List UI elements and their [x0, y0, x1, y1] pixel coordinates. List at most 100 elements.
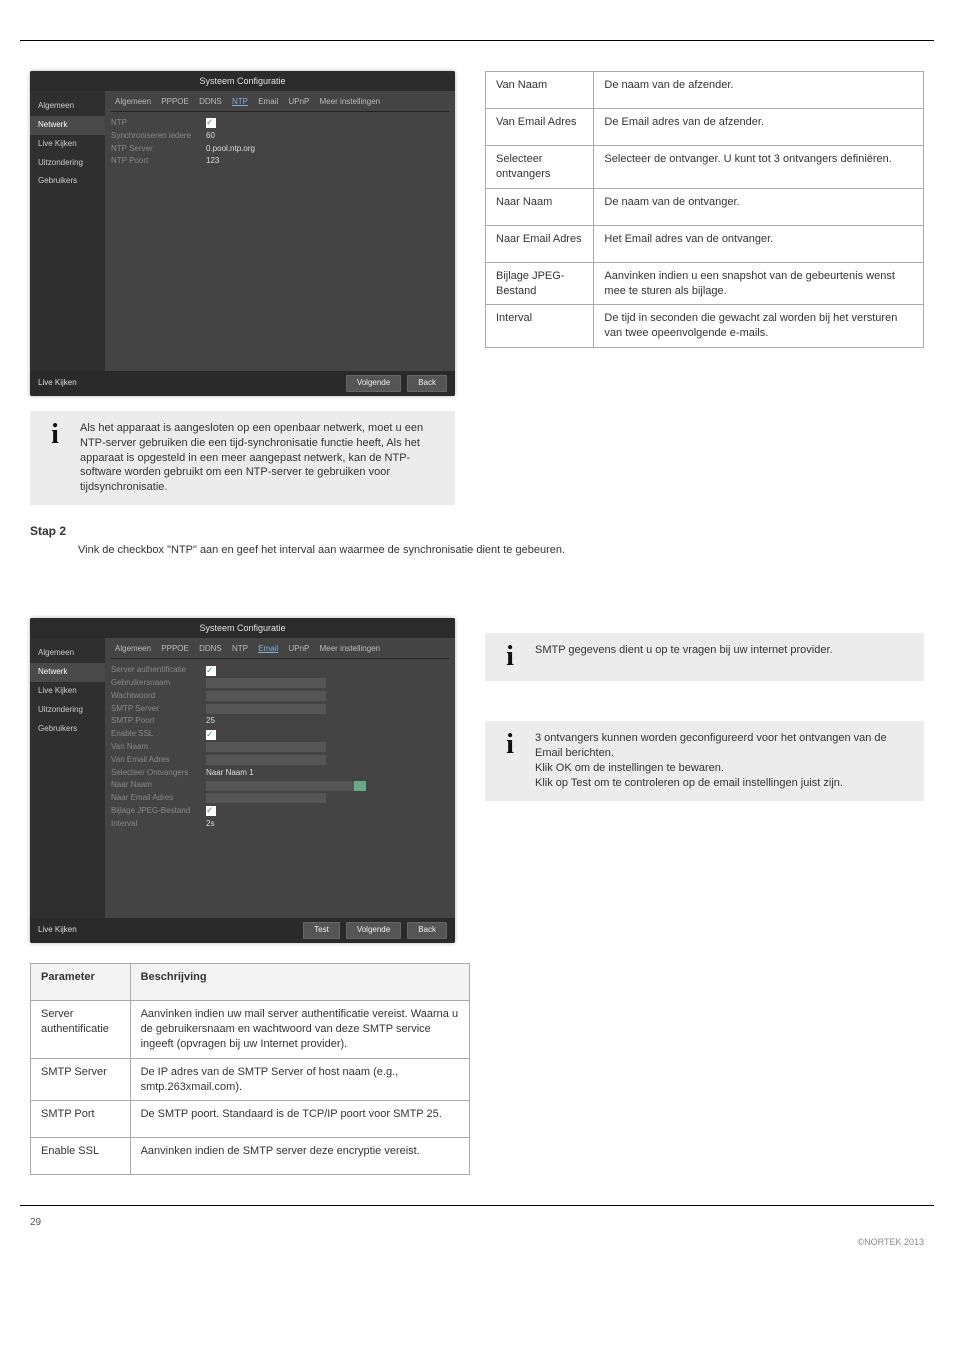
- tab-active: Email: [258, 644, 278, 653]
- sidebar: Algemeen Netwerk Live Kijken Uitzonderin…: [30, 638, 105, 918]
- param-desc: Aanvinken indien u een snapshot van de g…: [594, 262, 924, 305]
- side-item: Live Kijken: [30, 682, 105, 701]
- email-screenshot: Systeem Configuratie Algemeen Netwerk Li…: [30, 618, 455, 943]
- tab: Algemeen: [115, 644, 151, 653]
- row-label: Server authentificatie: [111, 665, 206, 676]
- side-item: Netwerk: [30, 663, 105, 682]
- info-line: Klik OK om de instellingen te bewaren.: [535, 761, 909, 776]
- btn-back: Back: [407, 922, 447, 939]
- row-value: 60: [206, 131, 215, 142]
- tab: Meer instellingen: [320, 97, 380, 106]
- tab: PPPOE: [161, 97, 189, 106]
- btn-next: Volgende: [346, 922, 401, 939]
- param-name: Naar Email Adres: [486, 225, 594, 262]
- row-label: SMTP Poort: [111, 716, 206, 727]
- row-value: 25: [206, 716, 215, 727]
- param-desc: De IP adres van de SMTP Server of host n…: [130, 1058, 469, 1101]
- row-label: Van Email Adres: [111, 755, 206, 766]
- text-input: [206, 704, 326, 714]
- btn-test: Test: [303, 922, 340, 939]
- checkbox-icon: [206, 806, 216, 816]
- row-label: Enable SSL: [111, 729, 206, 740]
- row-label: SMTP Server: [111, 704, 206, 715]
- text-input: [206, 755, 326, 765]
- params-table-right: Van NaamDe naam van de afzender. Van Ema…: [485, 71, 924, 348]
- row-label: Interval: [111, 819, 206, 830]
- row-label: NTP Server: [111, 144, 206, 155]
- params-table-email: Parameter Beschrijving Server authentifi…: [30, 963, 470, 1175]
- row-value: 0.pool.ntp.org: [206, 144, 255, 155]
- side-item: Uitzondering: [30, 154, 105, 173]
- param-desc: Aanvinken indien uw mail server authenti…: [130, 1001, 469, 1059]
- param-desc: De Email adres van de afzender.: [594, 109, 924, 146]
- step2-heading: Stap 2: [0, 523, 954, 539]
- footer-left: Live Kijken: [38, 378, 77, 389]
- side-item: Algemeen: [30, 644, 105, 663]
- row-label: Synchroniseren iedere: [111, 131, 206, 142]
- table-header: Beschrijving: [130, 964, 469, 1001]
- btn-back: Back: [407, 375, 447, 392]
- side-item: Netwerk: [30, 116, 105, 135]
- param-desc: Het Email adres van de ontvanger.: [594, 225, 924, 262]
- text-input: [206, 742, 326, 752]
- tab-row: Algemeen PPPOE DDNS NTP Email UPnP Meer …: [111, 97, 449, 112]
- tab-active: NTP: [232, 97, 248, 106]
- checkbox-icon: [206, 730, 216, 740]
- tab-row: Algemeen PPPOE DDNS NTP Email UPnP Meer …: [111, 644, 449, 659]
- info-icon: i: [45, 421, 65, 449]
- tab: DDNS: [199, 644, 222, 653]
- ntp-screenshot: Systeem Configuratie Algemeen Netwerk Li…: [30, 71, 455, 396]
- row-label: Selecteer Ontvangers: [111, 768, 206, 779]
- info-line: Klik op Test om te controleren op de ema…: [535, 776, 909, 791]
- info-text: Als het apparaat is aangesloten op een o…: [80, 421, 440, 495]
- text-input: [206, 691, 326, 701]
- param-name: Server authentificatie: [31, 1001, 131, 1059]
- sidebar: Algemeen Netwerk Live Kijken Uitzonderin…: [30, 91, 105, 371]
- text-input: [206, 678, 326, 688]
- param-name: Bijlage JPEG-Bestand: [486, 262, 594, 305]
- param-desc: De SMTP poort. Standaard is de TCP/IP po…: [130, 1101, 469, 1138]
- tab: UPnP: [288, 97, 309, 106]
- row-label: Naar Email Adres: [111, 793, 206, 804]
- tab: DDNS: [199, 97, 222, 106]
- row-value: Naar Naam 1: [206, 768, 254, 779]
- param-name: Van Email Adres: [486, 109, 594, 146]
- param-desc: De tijd in seconden die gewacht zal word…: [594, 305, 924, 348]
- param-name: SMTP Port: [31, 1101, 131, 1138]
- select-input: [206, 781, 366, 791]
- side-item: Gebruikers: [30, 720, 105, 739]
- tab: Meer instellingen: [320, 644, 380, 653]
- footer-left: Live Kijken: [38, 925, 77, 936]
- row-label: Wachtwoord: [111, 691, 206, 702]
- tab: UPnP: [288, 644, 309, 653]
- info-box: i Als het apparaat is aangesloten op een…: [30, 411, 455, 505]
- row-label: Naar Naam: [111, 780, 206, 791]
- param-name: Selecteer ontvangers: [486, 146, 594, 189]
- page-number: 29: [0, 1216, 41, 1248]
- side-item: Live Kijken: [30, 135, 105, 154]
- tab: Algemeen: [115, 97, 151, 106]
- checkbox-icon: [206, 666, 216, 676]
- tab: PPPOE: [161, 644, 189, 653]
- param-name: SMTP Server: [31, 1058, 131, 1101]
- param-name: Van Naam: [486, 72, 594, 109]
- info-box: i 3 ontvangers kunnen worden geconfigure…: [485, 721, 924, 800]
- param-desc: De naam van de ontvanger.: [594, 188, 924, 225]
- tab: Email: [258, 97, 278, 106]
- checkbox-icon: [206, 118, 216, 128]
- row-label: Van Naam: [111, 742, 206, 753]
- row-value: 2s: [206, 819, 214, 830]
- step2-text: Vink de checkbox "NTP" aan en geef het i…: [0, 543, 954, 558]
- param-name: Enable SSL: [31, 1138, 131, 1175]
- row-label: Bijlage JPEG-Bestand: [111, 806, 206, 817]
- row-label: NTP: [111, 118, 206, 129]
- btn-next: Volgende: [346, 375, 401, 392]
- table-header: Parameter: [31, 964, 131, 1001]
- row-label: Gebruikersnaam: [111, 678, 206, 689]
- param-name: Interval: [486, 305, 594, 348]
- info-line: 3 ontvangers kunnen worden geconfigureer…: [535, 731, 909, 761]
- shot-title: Systeem Configuratie: [30, 618, 455, 638]
- info-box: i SMTP gegevens dient u op te vragen bij…: [485, 633, 924, 681]
- info-icon: i: [500, 731, 520, 759]
- side-item: Algemeen: [30, 97, 105, 116]
